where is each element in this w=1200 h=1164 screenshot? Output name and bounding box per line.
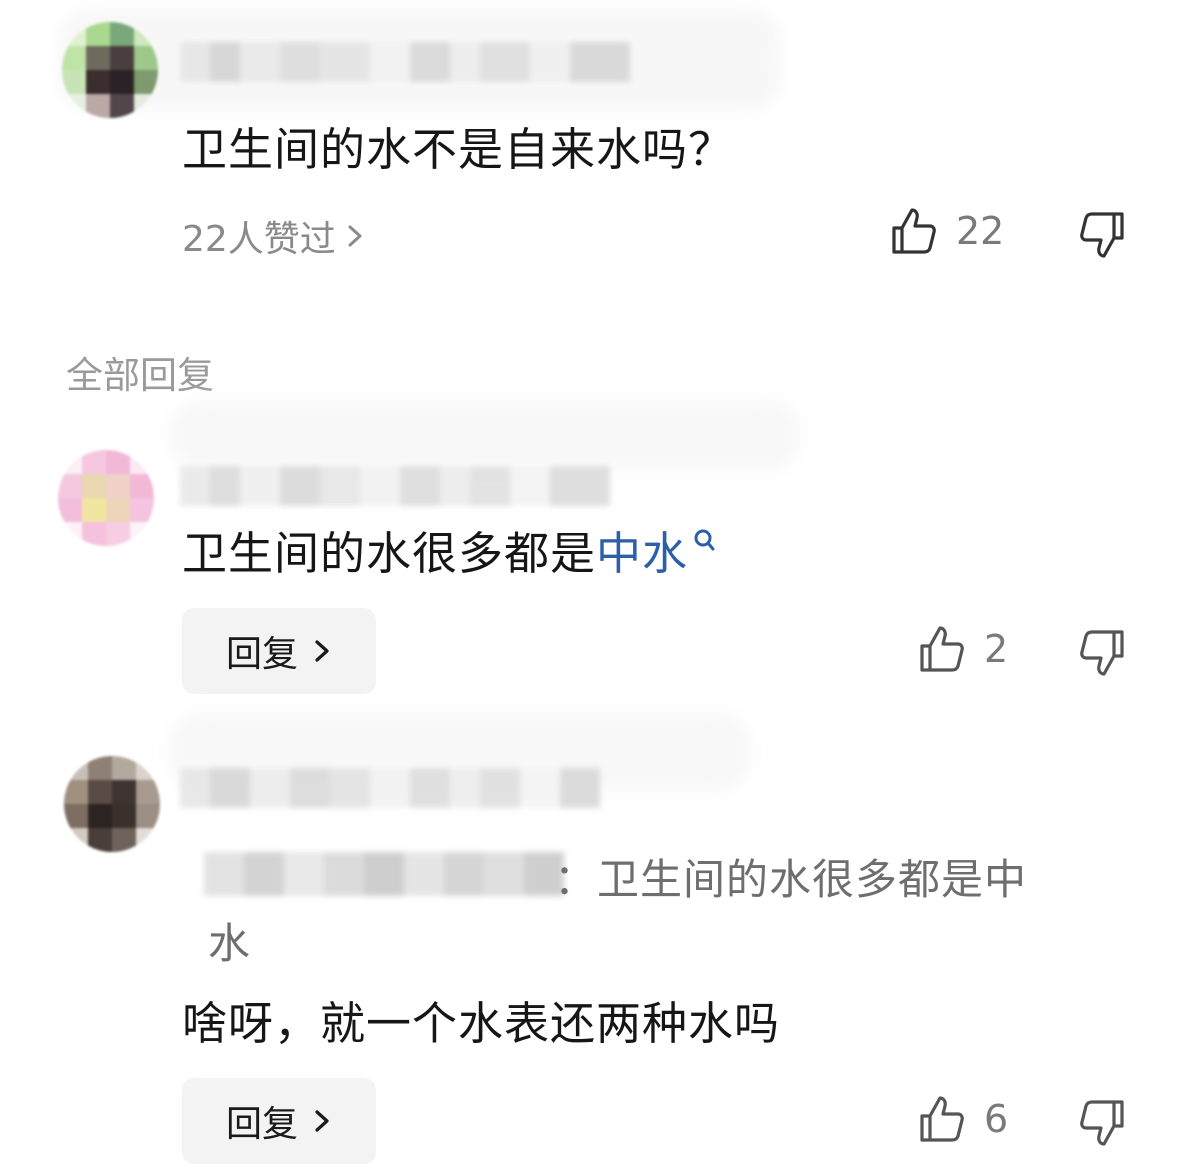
reply-button[interactable]: 回复 [182,608,376,694]
thumbs-down-icon[interactable] [1078,1098,1128,1148]
all-replies-title: 全部回复 [66,354,214,397]
liked-by-summary: 22人赞过 [182,219,336,260]
thumbs-up-icon [892,208,936,254]
avatar[interactable] [64,756,160,852]
top-comment-text: 卫生间的水不是自来水吗？ [182,123,735,176]
reply-like-button[interactable]: 2 [916,624,1008,674]
avatar[interactable] [58,450,154,546]
reply-like-button[interactable]: 6 [916,1094,1008,1144]
username-redacted[interactable] [180,768,600,808]
thumbs-down-icon[interactable] [1078,210,1128,260]
avatar[interactable] [62,22,158,118]
username-redacted[interactable] [180,42,630,82]
thumbs-up-icon [920,1096,964,1142]
like-count: 6 [984,1097,1009,1141]
reply-button[interactable]: 回复 [182,1078,376,1164]
quoted-text-line2: 水 [208,919,252,968]
reply-button-label: 回复 [225,1104,298,1145]
chevron-right-icon [348,225,362,247]
chevron-right-icon [315,1110,329,1132]
blur-background [170,400,800,470]
keyword-text: 中水 [596,527,689,580]
thumbs-down-icon[interactable] [1078,628,1128,678]
liked-by-link[interactable]: 22人赞过 [182,210,366,262]
like-count: 22 [956,209,1005,253]
username-redacted[interactable] [180,466,610,506]
reply-text: 卫生间的水很多都是中水 [182,526,716,582]
thumbs-up-icon [920,626,964,672]
reply-text-prefix: 卫生间的水很多都是 [182,527,597,580]
search-icon [694,529,715,551]
quoted-username-redacted[interactable] [204,852,564,896]
like-count: 2 [984,627,1009,671]
quoted-text-line1: ：卫生间的水很多都是中 [554,855,1028,904]
keyword-link[interactable]: 中水 [596,527,716,580]
reply-text: 啥呀，就一个水表还两种水吗 [182,997,781,1050]
top-comment-like-button[interactable]: 22 [888,206,1004,256]
reply-button-label: 回复 [225,634,298,675]
chevron-right-icon [315,640,329,662]
